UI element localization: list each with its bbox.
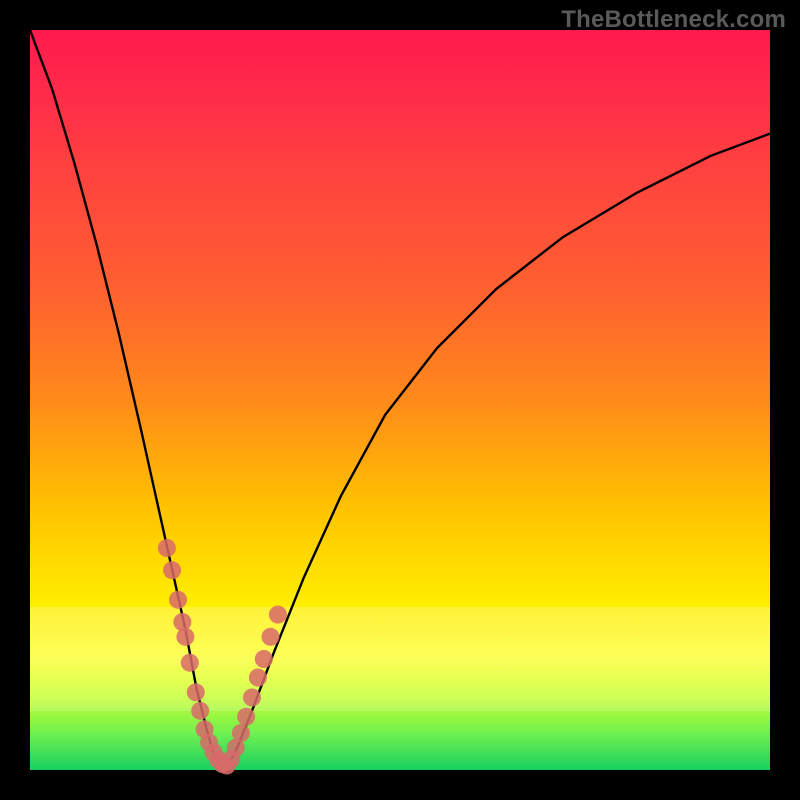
marker-dot — [181, 654, 199, 672]
marker-dot — [243, 689, 261, 707]
marker-dot — [255, 650, 273, 668]
curve-svg — [30, 30, 770, 770]
left-branch-dots — [158, 539, 236, 775]
marker-dot — [176, 628, 194, 646]
marker-dot — [262, 628, 280, 646]
marker-dot — [163, 561, 181, 579]
marker-dot — [191, 702, 209, 720]
plot-area — [30, 30, 770, 770]
marker-dot — [187, 683, 205, 701]
marker-dot — [232, 724, 250, 742]
marker-dot — [169, 591, 187, 609]
bottleneck-curve — [30, 30, 770, 766]
chart-frame: TheBottleneck.com — [0, 0, 800, 800]
marker-dot — [158, 539, 176, 557]
marker-dot — [237, 708, 255, 726]
marker-dot — [173, 613, 191, 631]
marker-dot — [249, 669, 267, 687]
marker-dot — [269, 606, 287, 624]
right-branch-dots — [222, 606, 287, 768]
